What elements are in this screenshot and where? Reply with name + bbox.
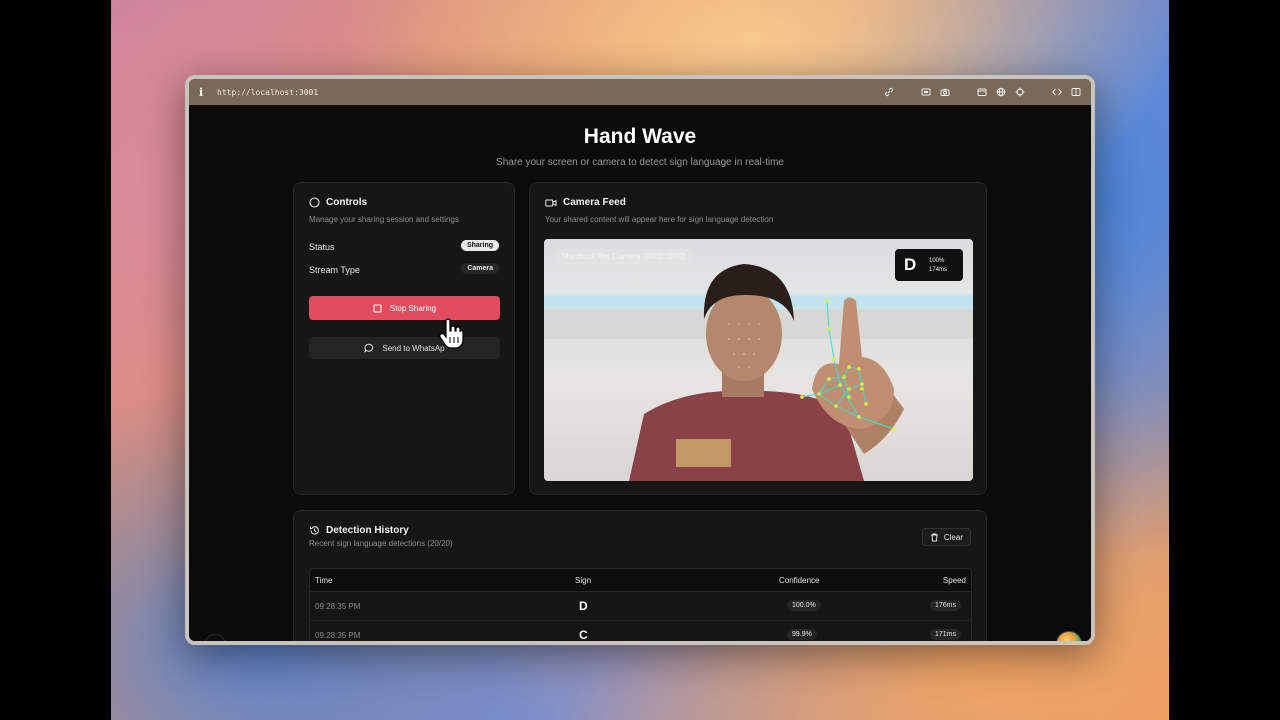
- clear-history-label: Clear: [943, 532, 963, 542]
- table-row[interactable]: 09:28:35 PM C 99.9% 171ms: [310, 621, 971, 642]
- stop-square-icon: [373, 304, 382, 313]
- camera-feed-description: Your shared content will appear here for…: [545, 215, 774, 224]
- window-icon[interactable]: [977, 87, 987, 97]
- code-icon[interactable]: [1052, 87, 1062, 97]
- prediction-overlay: D 100% 174ms: [895, 249, 963, 281]
- controls-header: Controls: [309, 197, 367, 208]
- screen: i http://localhost:3001 Hand Wave Share …: [0, 0, 1280, 720]
- detection-history-card: Detection History Recent sign language d…: [293, 510, 987, 642]
- controls-title: Controls: [326, 197, 368, 208]
- circle-icon: [309, 197, 320, 208]
- sidebar-icon[interactable]: [1071, 87, 1081, 97]
- camera-feed-header: Camera Feed: [545, 197, 626, 208]
- page-title: Hand Wave: [583, 125, 697, 148]
- row-speed: 176ms: [929, 600, 961, 611]
- stop-sharing-label: Stop Sharing: [389, 303, 437, 313]
- hand-pointer-cursor-icon: [439, 318, 464, 349]
- row-sign: C: [579, 628, 588, 642]
- history-icon: [309, 525, 320, 536]
- trash-icon: [930, 533, 939, 542]
- crosshair-icon[interactable]: [1015, 87, 1025, 97]
- browser-window: i http://localhost:3001 Hand Wave Share …: [185, 75, 1095, 645]
- prediction-confidence: 100%: [929, 257, 945, 264]
- controls-card: Controls Manage your sharing session and…: [293, 182, 515, 495]
- nextjs-dev-badge[interactable]: N: [204, 634, 226, 641]
- camera-source-label: MacBook Pro Camera (0000:0000): [556, 249, 693, 264]
- toolbar-tools: [875, 87, 1081, 97]
- column-confidence: Confidence: [779, 576, 820, 585]
- camera-video: MacBook Pro Camera (0000:0000) D 100% 17…: [544, 239, 973, 481]
- status-badge: Sharing: [460, 240, 499, 251]
- video-icon: [545, 198, 557, 208]
- screenshot-icon[interactable]: [921, 87, 931, 97]
- history-table: Time Sign Confidence Speed 09:28:35 PM D…: [309, 568, 972, 642]
- prediction-stats: 100% 174ms: [929, 258, 947, 273]
- link-icon[interactable]: [884, 87, 894, 97]
- camera-icon[interactable]: [940, 87, 950, 97]
- column-speed: Speed: [942, 576, 966, 585]
- address-bar[interactable]: http://localhost:3001: [217, 88, 318, 97]
- stream-type-badge: Camera: [461, 263, 499, 274]
- stop-sharing-button[interactable]: Stop Sharing: [309, 296, 500, 320]
- predicted-letter: D: [904, 255, 917, 274]
- row-confidence: 100.0%: [787, 600, 821, 611]
- row-confidence: 99.9%: [787, 629, 817, 640]
- camera-feed-card: Camera Feed Your shared content will app…: [529, 182, 987, 495]
- history-description: Recent sign language detections (20/20): [309, 539, 453, 548]
- history-header: Detection History: [309, 525, 409, 536]
- message-icon: [364, 343, 374, 353]
- send-to-whatsapp-button[interactable]: Send to WhatsAp: [309, 337, 500, 359]
- row-time: 09:28:35 PM: [315, 631, 361, 640]
- row-speed: 171ms: [929, 629, 961, 640]
- row-time: 09:28:35 PM: [315, 602, 361, 611]
- info-icon[interactable]: i: [199, 86, 213, 99]
- history-title: Detection History: [326, 525, 409, 536]
- status-label: Status: [309, 242, 335, 252]
- prediction-latency: 174ms: [929, 266, 948, 273]
- camera-feed-title: Camera Feed: [563, 197, 626, 208]
- avatar[interactable]: [1056, 631, 1082, 641]
- table-row[interactable]: 09:28:35 PM D 100.0% 176ms: [310, 592, 971, 621]
- column-time: Time: [315, 576, 333, 585]
- controls-description: Manage your sharing session and settings: [309, 215, 459, 224]
- row-sign: D: [579, 599, 588, 613]
- send-to-whatsapp-label: Send to WhatsAp: [382, 343, 445, 353]
- globe-icon[interactable]: [996, 87, 1006, 97]
- column-sign: Sign: [575, 576, 592, 585]
- web-page: Hand Wave Share your screen or camera to…: [189, 105, 1091, 641]
- stream-type-label: Stream Type: [309, 265, 360, 275]
- page-subtitle: Share your screen or camera to detect si…: [496, 157, 784, 168]
- browser-toolbar: i http://localhost:3001: [189, 79, 1091, 105]
- table-header: Time Sign Confidence Speed: [310, 569, 971, 592]
- clear-history-button[interactable]: Clear: [921, 528, 971, 546]
